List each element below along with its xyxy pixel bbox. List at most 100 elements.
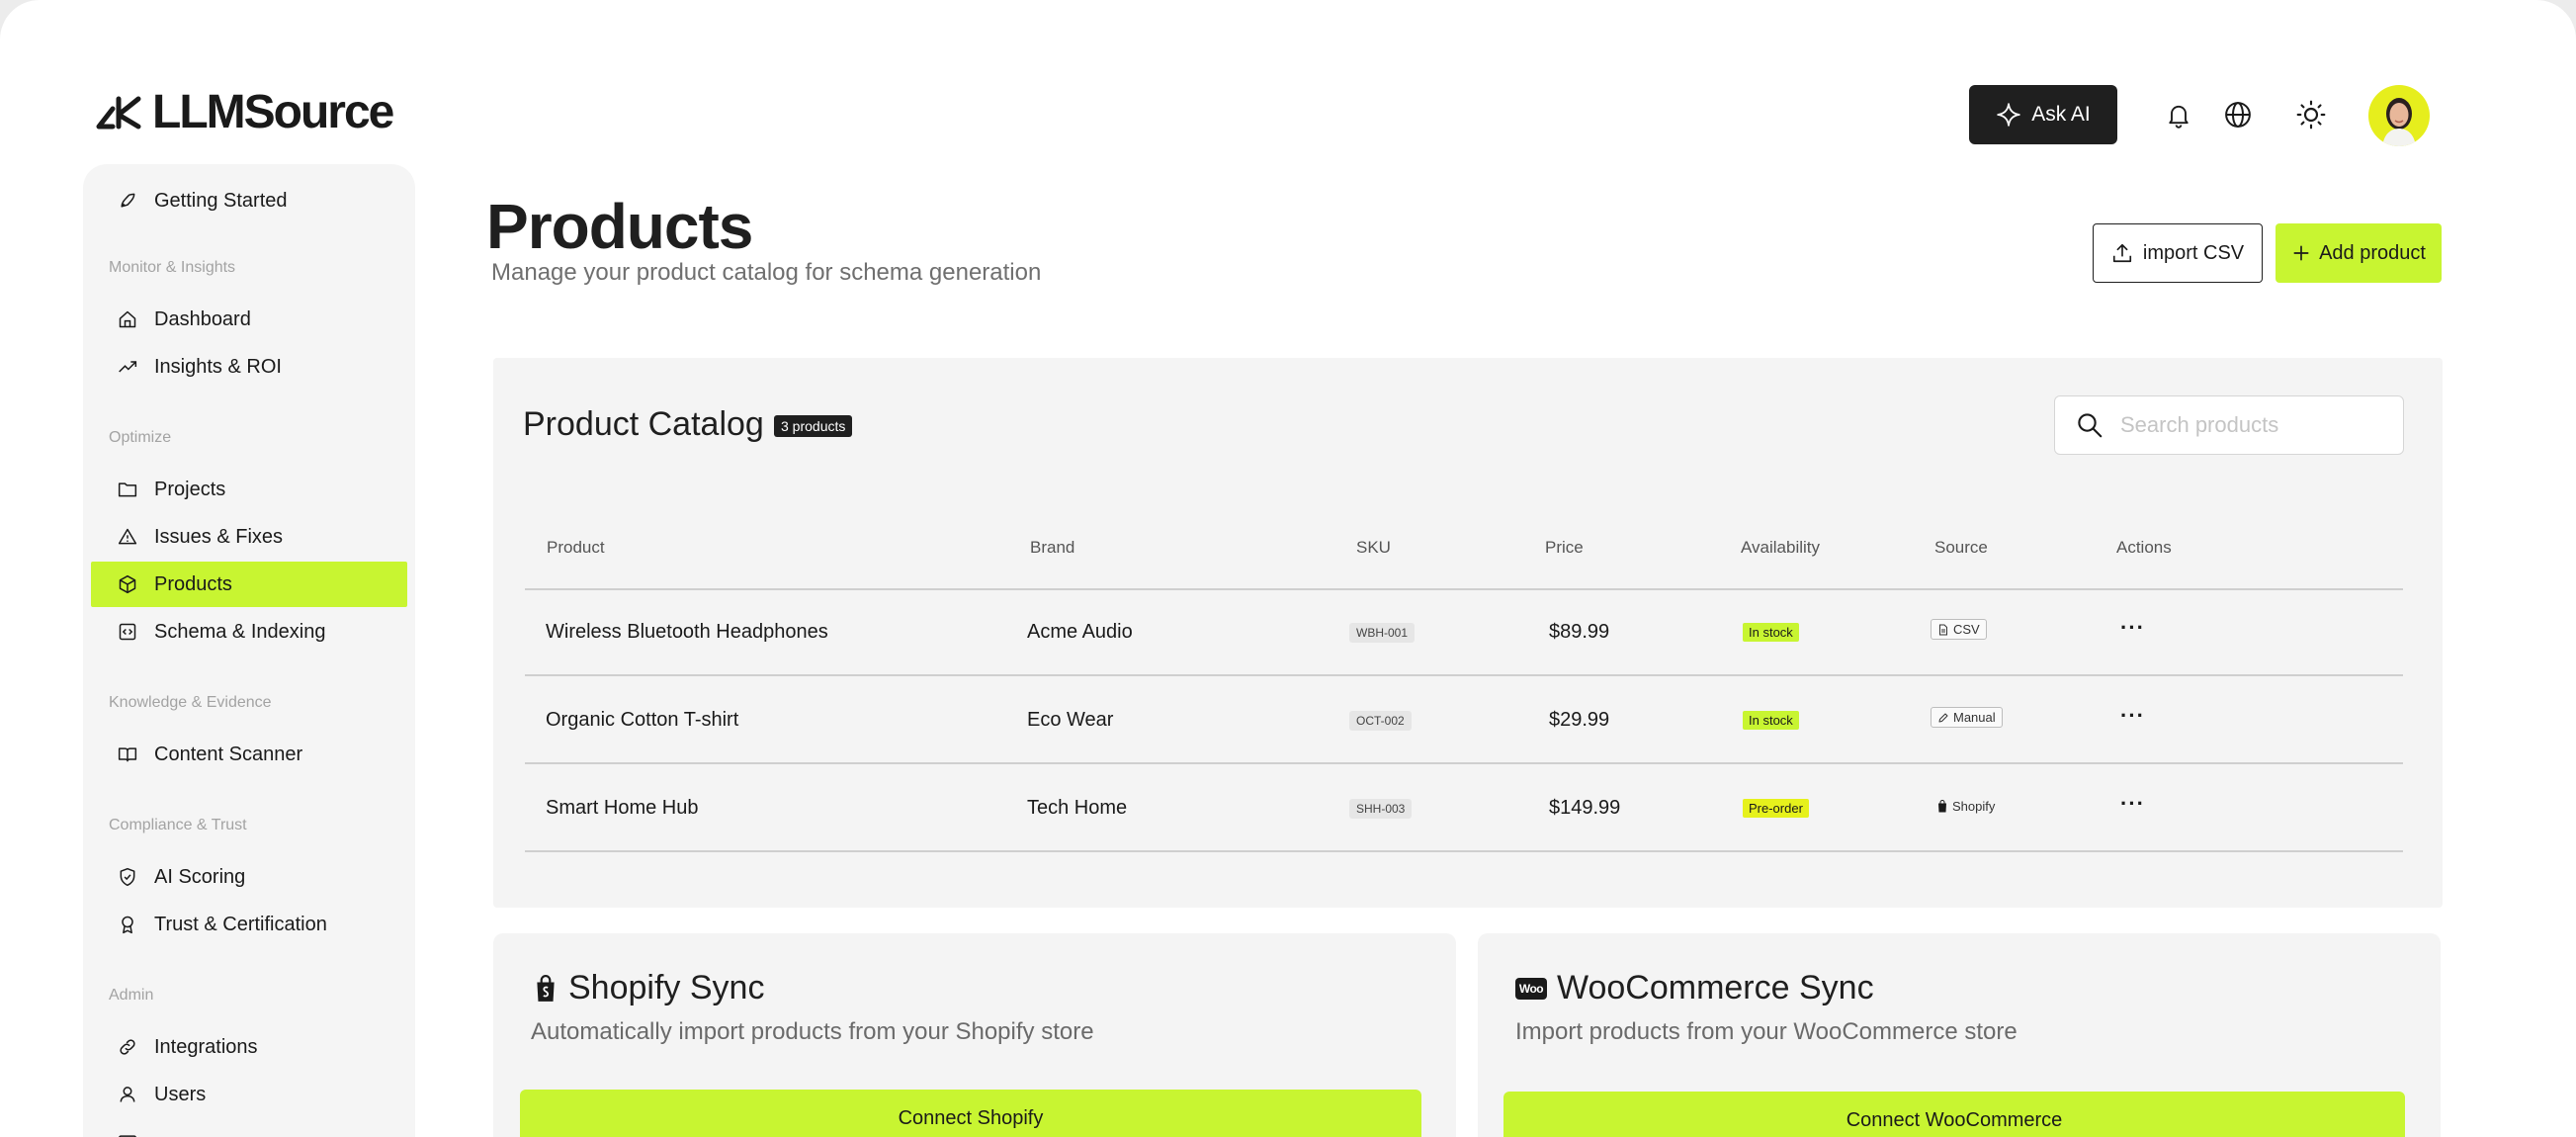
sidebar-item-products[interactable]: Products	[91, 562, 407, 607]
column-header-actions: Actions	[2116, 538, 2172, 557]
sparkle-icon	[1997, 103, 2020, 127]
sidebar-item-schema[interactable]: Schema & Indexing	[91, 609, 407, 655]
sidebar-item-insights[interactable]: Insights & ROI	[91, 344, 407, 390]
search-field[interactable]	[2054, 395, 2404, 455]
section-knowledge-evidence: Knowledge & Evidence	[109, 694, 272, 711]
woocommerce-sync-title: Woo WooCommerce Sync	[1515, 969, 1874, 1007]
connect-shopify-button[interactable]: Connect Shopify	[520, 1090, 1421, 1137]
row-actions-button[interactable]: ···	[2120, 703, 2145, 729]
sidebar-item-getting-started[interactable]: Getting Started	[91, 178, 407, 223]
shopify-sync-description: Automatically import products from your …	[531, 1018, 1094, 1045]
table-divider	[525, 762, 2403, 764]
sidebar-label: Getting Started	[154, 189, 288, 212]
source-label: Manual	[1953, 710, 1996, 725]
section-compliance-trust: Compliance & Trust	[109, 817, 247, 833]
add-product-button[interactable]: Add product	[2275, 223, 2442, 283]
connect-woocommerce-button[interactable]: Connect WooCommerce	[1503, 1092, 2405, 1137]
woocommerce-sync-card: Woo WooCommerce Sync Import products fro…	[1478, 933, 2441, 1137]
theme-toggle-button[interactable]	[2291, 95, 2331, 134]
language-button[interactable]	[2218, 95, 2258, 134]
sidebar-label: Trust & Certification	[154, 913, 327, 935]
cell-price: $29.99	[1549, 709, 1610, 731]
sidebar-item-users[interactable]: Users	[91, 1072, 407, 1117]
plus-icon	[2293, 245, 2309, 261]
ask-ai-label: Ask AI	[2031, 103, 2091, 126]
sidebar-label: Dashboard	[154, 307, 251, 330]
column-header-sku[interactable]: SKU	[1356, 538, 1391, 558]
source-label: Shopify	[1952, 799, 1996, 814]
column-header-product[interactable]: Product	[547, 538, 605, 558]
sidebar-item-content-scanner[interactable]: Content Scanner	[91, 732, 407, 777]
section-optimize: Optimize	[109, 429, 172, 446]
cell-product: Smart Home Hub	[546, 797, 699, 819]
sidebar-label: AI Scoring	[154, 865, 246, 888]
sidebar-label: Schema & Indexing	[154, 620, 326, 643]
sidebar-label: Projects	[154, 478, 226, 500]
row-actions-button[interactable]: ···	[2120, 791, 2145, 817]
logo-mark-icon	[96, 96, 141, 130]
sidebar-item-projects[interactable]: Projects	[91, 467, 407, 512]
shopify-bag-icon	[537, 974, 555, 1002]
table-divider	[525, 850, 2403, 852]
sidebar-item-issues[interactable]: Issues & Fixes	[91, 514, 407, 560]
woocommerce-sync-title-text: WooCommerce Sync	[1557, 969, 1874, 1006]
product-count-badge: 3 products	[774, 415, 853, 437]
section-admin: Admin	[109, 987, 154, 1004]
row-actions-button[interactable]: ···	[2120, 615, 2145, 641]
shopify-bag-icon	[1938, 800, 1946, 813]
add-product-label: Add product	[2319, 241, 2426, 264]
cell-sku: OCT-002	[1349, 711, 1412, 731]
sidebar-item-dashboard[interactable]: Dashboard	[91, 297, 407, 342]
trending-up-icon	[117, 356, 138, 378]
sidebar-item-integrations[interactable]: Integrations	[91, 1024, 407, 1070]
cell-product: Organic Cotton T-shirt	[546, 709, 739, 731]
status-badge: Pre-order	[1743, 799, 1809, 818]
page-title: Products	[486, 191, 753, 262]
sidebar-item-billing-partial[interactable]	[91, 1119, 407, 1137]
user-avatar[interactable]	[2368, 85, 2430, 146]
code-square-icon	[117, 621, 138, 643]
shopify-sync-title-text: Shopify Sync	[568, 969, 765, 1006]
column-header-brand[interactable]: Brand	[1030, 538, 1074, 558]
status-badge: In stock	[1743, 623, 1799, 642]
link-icon	[117, 1036, 138, 1058]
sidebar-item-trust[interactable]: Trust & Certification	[91, 902, 407, 947]
sidebar-item-ai-scoring[interactable]: AI Scoring	[91, 854, 407, 900]
notifications-button[interactable]	[2159, 95, 2198, 134]
shield-check-icon	[117, 866, 138, 888]
sidebar-label: Issues & Fixes	[154, 525, 284, 548]
cell-brand: Eco Wear	[1027, 709, 1114, 731]
catalog-title: Product Catalog	[523, 405, 764, 443]
avatar-icon	[2382, 98, 2416, 146]
ask-ai-button[interactable]: Ask AI	[1969, 85, 2117, 144]
home-icon	[117, 308, 138, 330]
app-frame: LLMSource Ask AI Getting Started Monitor…	[0, 0, 2576, 1137]
warning-triangle-icon	[117, 526, 138, 548]
cell-brand: Tech Home	[1027, 797, 1128, 819]
column-header-availability[interactable]: Availability	[1741, 538, 1820, 558]
book-open-icon	[117, 743, 138, 765]
status-badge: In stock	[1743, 711, 1799, 730]
column-header-source[interactable]: Source	[1934, 538, 1988, 558]
sidebar-label: Users	[154, 1083, 207, 1105]
source-badge: Shopify	[1936, 799, 1995, 814]
woocommerce-icon: Woo	[1515, 977, 1547, 1000]
shopify-sync-card: Shopify Sync Automatically import produc…	[493, 933, 1456, 1137]
package-icon	[117, 573, 138, 595]
column-header-price[interactable]: Price	[1545, 538, 1584, 558]
search-input[interactable]	[2120, 412, 2377, 438]
rocket-icon	[117, 190, 138, 212]
upload-icon	[2112, 243, 2131, 263]
card-icon	[117, 1131, 138, 1137]
logo[interactable]: LLMSource	[95, 87, 394, 138]
import-csv-button[interactable]: import CSV	[2093, 223, 2263, 283]
product-catalog-panel: Product Catalog 3 products Product Brand…	[493, 358, 2443, 908]
source-badge: Manual	[1931, 707, 2003, 728]
globe-icon	[2225, 102, 2251, 128]
page-subtitle: Manage your product catalog for schema g…	[491, 259, 1042, 286]
sidebar-label: Products	[154, 572, 232, 595]
table-divider	[525, 588, 2403, 590]
cell-price: $89.99	[1549, 621, 1610, 643]
sidebar-label: Content Scanner	[154, 743, 303, 765]
search-icon	[2078, 413, 2103, 438]
